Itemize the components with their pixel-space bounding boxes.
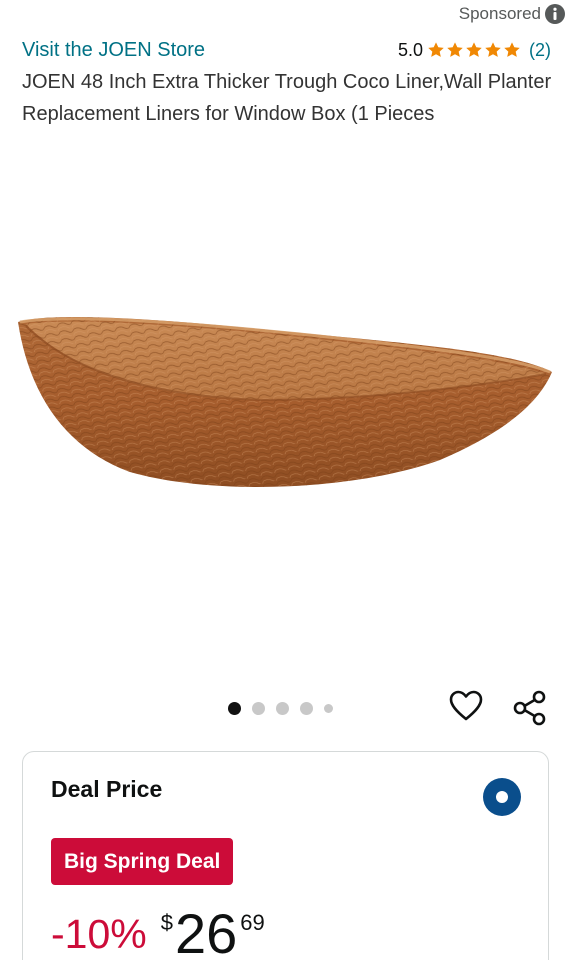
rating-count-link[interactable]: (2)	[529, 40, 551, 61]
coco-liner-image	[18, 316, 552, 488]
radio-selected-indicator	[496, 791, 508, 803]
sponsored-label[interactable]: Sponsored	[459, 4, 565, 24]
rating-summary[interactable]: 5.0 (2)	[398, 40, 551, 61]
star-icon	[484, 41, 502, 59]
price-row: -10% $ 26 69	[51, 902, 265, 960]
rating-value: 5.0	[397, 39, 423, 60]
carousel-dot[interactable]	[228, 702, 241, 715]
sponsored-text: Sponsored	[458, 4, 541, 23]
deal-radio-button[interactable]	[483, 778, 521, 816]
carousel-dot[interactable]	[252, 702, 265, 715]
star-icon	[427, 41, 445, 59]
product-image[interactable]	[10, 300, 560, 510]
star-icon	[465, 41, 483, 59]
carousel-dot[interactable]	[324, 704, 333, 713]
star-icon	[503, 41, 521, 59]
price-currency: $	[160, 910, 173, 935]
wishlist-button[interactable]	[448, 690, 484, 726]
image-carousel-dots[interactable]	[228, 702, 333, 715]
star-icon	[446, 41, 464, 59]
heart-icon	[449, 690, 483, 727]
deal-price-title: Deal Price	[51, 776, 163, 802]
carousel-dot[interactable]	[300, 702, 313, 715]
big-spring-deal-badge: Big Spring Deal	[51, 838, 234, 885]
product-title: JOEN 48 Inch Extra Thicker Trough Coco L…	[22, 71, 552, 125]
carousel-dot[interactable]	[276, 702, 289, 715]
deal-price-card[interactable]: Deal Price Big Spring Deal -10% $ 26 69	[22, 751, 549, 960]
share-button[interactable]	[510, 690, 550, 730]
info-icon[interactable]	[545, 4, 565, 24]
share-icon	[511, 689, 549, 732]
discount-percent: -10%	[51, 911, 147, 957]
price-fraction: 69	[240, 910, 265, 935]
visit-store-link[interactable]: Visit the JOEN Store	[22, 39, 205, 62]
price-whole: 26	[174, 902, 238, 960]
store-rating-row: Visit the JOEN Store 5.0 (2)	[22, 36, 551, 64]
product-detail-page: Sponsored Visit the JOEN Store 5.0 (2) J…	[0, 0, 571, 960]
star-rating	[427, 41, 521, 59]
